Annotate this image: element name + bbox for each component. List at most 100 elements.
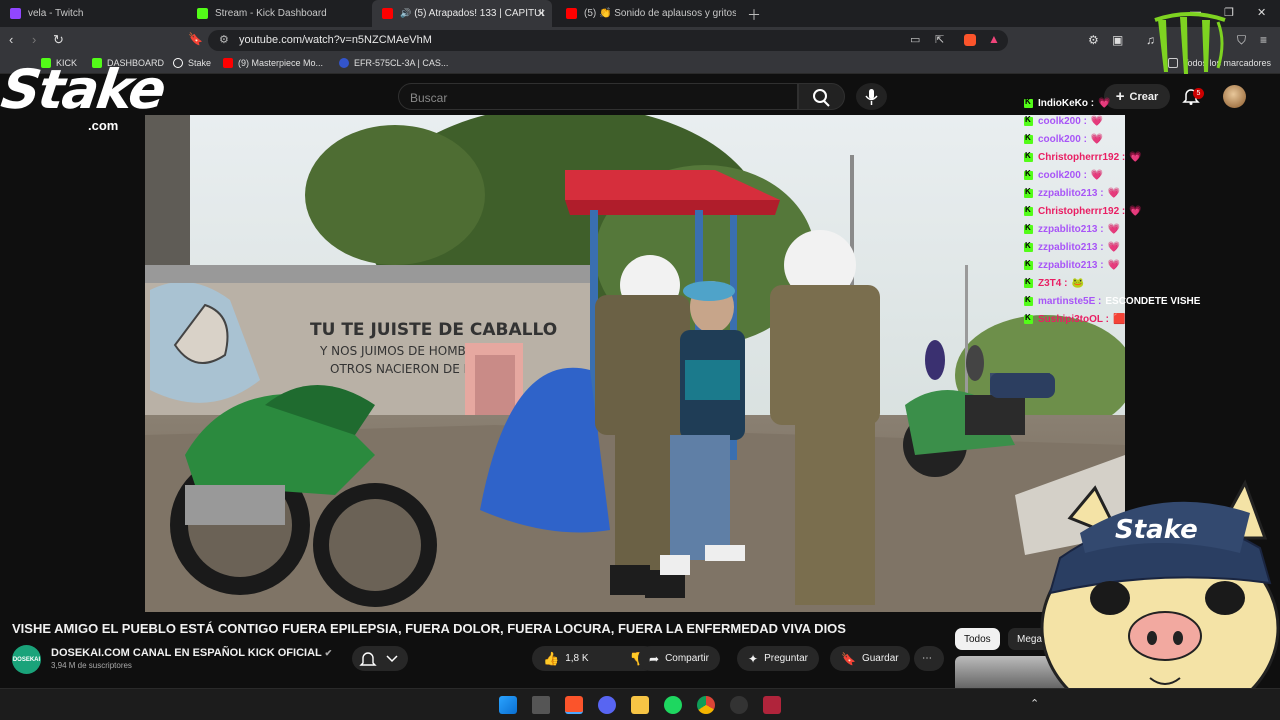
search-input[interactable]: Buscar	[398, 83, 798, 110]
user-avatar[interactable]	[1223, 85, 1246, 108]
chat-username: coolk200 :	[1038, 169, 1087, 181]
file-explorer-icon[interactable]	[631, 696, 649, 714]
chat-message: zzpablito213 :💗	[1024, 257, 1120, 273]
tab-kick-dashboard[interactable]: Stream - Kick Dashboard	[187, 0, 370, 27]
channel-name[interactable]: DOSEKAI.COM CANAL EN ESPAÑOL KICK OFICIA…	[51, 647, 332, 659]
bookmark-icon[interactable]: 🔖	[188, 32, 203, 46]
vpn-shield-icon[interactable]: ⛉	[1237, 33, 1246, 48]
more-actions-button[interactable]: ⋯	[914, 646, 944, 671]
chat-emote: 💗	[1098, 97, 1111, 109]
reload-button[interactable]: ↻	[53, 32, 64, 48]
share-button[interactable]: ➦ Compartir	[638, 646, 720, 671]
share-label: Compartir	[665, 653, 709, 664]
notifications-badge: 5	[1193, 88, 1204, 99]
stake-icon	[173, 58, 183, 68]
chat-emote: 💗	[1107, 187, 1121, 199]
share-icon: ➦	[649, 651, 660, 666]
chip-all[interactable]: Todos	[955, 628, 1000, 650]
windows-start-icon[interactable]	[499, 696, 517, 714]
chrome-icon[interactable]	[697, 696, 715, 714]
chat-message: zzpablito213 :💗	[1024, 221, 1120, 237]
new-tab-button[interactable]: ＋	[747, 5, 761, 25]
chat-emote: 🟥	[1112, 313, 1126, 325]
extensions-icon[interactable]: ⚙	[1088, 33, 1099, 47]
bookmark-casio[interactable]: EFR-575CL-3A | CAS...	[339, 58, 448, 68]
voice-search-button[interactable]	[856, 83, 887, 110]
youtube-icon	[566, 8, 577, 19]
chip-label: Todos	[964, 633, 991, 645]
kick-icon	[1024, 313, 1033, 324]
site-info-icon[interactable]: ⚙	[219, 33, 229, 46]
channel-avatar[interactable]: DOSEKAI	[12, 645, 41, 674]
create-button[interactable]: + Crear	[1104, 84, 1170, 109]
discord-icon[interactable]	[598, 696, 616, 714]
plus-icon: +	[1115, 88, 1125, 105]
chat-username: Christopherrr192 :	[1038, 205, 1126, 217]
taskview-icon[interactable]	[532, 696, 550, 714]
brave-shields-icon[interactable]	[964, 34, 976, 46]
close-window-button[interactable]: ✕	[1257, 6, 1266, 19]
chat-message: Z3T4 :🐸	[1024, 275, 1084, 291]
video-title: VISHE AMIGO EL PUEBLO ESTÁ CONTIGO FUERA…	[12, 621, 846, 636]
chat-message: Christopherrr192 :💗	[1024, 149, 1142, 165]
chat-username: Sushipi3toOL :	[1038, 313, 1109, 325]
subscribed-notifications-button[interactable]	[352, 646, 408, 671]
chat-emote: 🐸	[1071, 277, 1084, 289]
tab-youtube-aplausos[interactable]: (5) 👏 Sonido de aplausos y gritos d	[556, 0, 736, 27]
save-button[interactable]: 🔖 Guardar	[830, 646, 910, 671]
video-player[interactable]: TU TE JUISTE DE CABALLO Y NOS JUIMOS DE …	[145, 115, 1125, 612]
tab-twitch[interactable]: vela - Twitch	[0, 0, 185, 27]
tab-label: vela - Twitch	[28, 8, 84, 19]
casio-icon	[339, 58, 349, 68]
share-icon[interactable]: ⇱	[935, 33, 944, 46]
url-text: youtube.com/watch?v=n5NZCMAeVhM	[239, 34, 432, 46]
like-count[interactable]: 1,8 K	[565, 653, 588, 664]
chat-username: IndioKeKo :	[1038, 97, 1095, 109]
verified-icon: ✔	[324, 648, 333, 658]
close-tab-icon[interactable]: ✕	[537, 7, 546, 20]
chat-username: zzpablito213 :	[1038, 187, 1104, 199]
forward-button[interactable]: ›	[32, 32, 36, 47]
address-bar[interactable]: ⚙ youtube.com/watch?v=n5NZCMAeVhM ▭ ⇱ ▲	[208, 30, 1008, 51]
more-icon: ⋯	[922, 653, 932, 664]
brave-rewards-icon[interactable]: ▲	[988, 32, 1000, 46]
obs-icon[interactable]	[730, 696, 748, 714]
bookmark-label: Stake	[188, 58, 212, 68]
chat-message: coolk200 :💗	[1024, 113, 1103, 129]
speaker-icon: 🔊	[400, 8, 412, 18]
kick-icon	[1024, 223, 1033, 234]
tray-chevron-icon[interactable]: ⌃	[1030, 697, 1039, 710]
kick-icon	[1024, 133, 1033, 144]
menu-icon[interactable]: ≡	[1260, 33, 1267, 47]
chat-emote: 💗	[1090, 115, 1104, 127]
search-placeholder: Buscar	[410, 91, 448, 105]
chat-message: coolk200 :💗	[1024, 167, 1103, 183]
back-button[interactable]: ‹	[9, 32, 13, 47]
chat-message: coolk200 :💗	[1024, 131, 1103, 147]
kick-icon	[1024, 205, 1033, 216]
chat-message: zzpablito213 :💗	[1024, 185, 1120, 201]
kick-icon	[1024, 259, 1033, 270]
cast-icon[interactable]: ▭	[910, 33, 920, 46]
spotify-icon[interactable]	[664, 696, 682, 714]
kick-icon	[1024, 97, 1033, 108]
kick-icon	[197, 8, 208, 19]
kick-icon	[1024, 151, 1033, 162]
sidebar-icon[interactable]: ▣	[1112, 33, 1123, 47]
like-icon[interactable]: 👍	[543, 651, 559, 667]
search-button[interactable]	[798, 83, 845, 110]
tab-youtube-atrapados[interactable]: 🔊 (5) Atrapados! 133 | CAPÍTULO ✕	[372, 0, 552, 27]
chat-username: Christopherrr192 :	[1038, 151, 1126, 163]
chat-emote: 💗	[1129, 205, 1142, 217]
bookmark-stake[interactable]: Stake	[173, 58, 211, 68]
search-icon	[813, 89, 830, 107]
ask-button[interactable]: ✦ Preguntar	[737, 646, 819, 671]
chat-message: Sushipi3toOL :🟥	[1024, 311, 1125, 327]
channel-avatar-text: DOSEKAI	[12, 656, 41, 663]
kick-icon	[1024, 295, 1033, 306]
stake-logo-text: Stake	[0, 58, 169, 121]
app-icon[interactable]	[763, 696, 781, 714]
bookmark-masterpiece[interactable]: (9) Masterpiece Mo...	[223, 58, 323, 68]
brave-icon[interactable]	[565, 696, 583, 714]
bookmark-icon: 🔖	[841, 651, 856, 666]
